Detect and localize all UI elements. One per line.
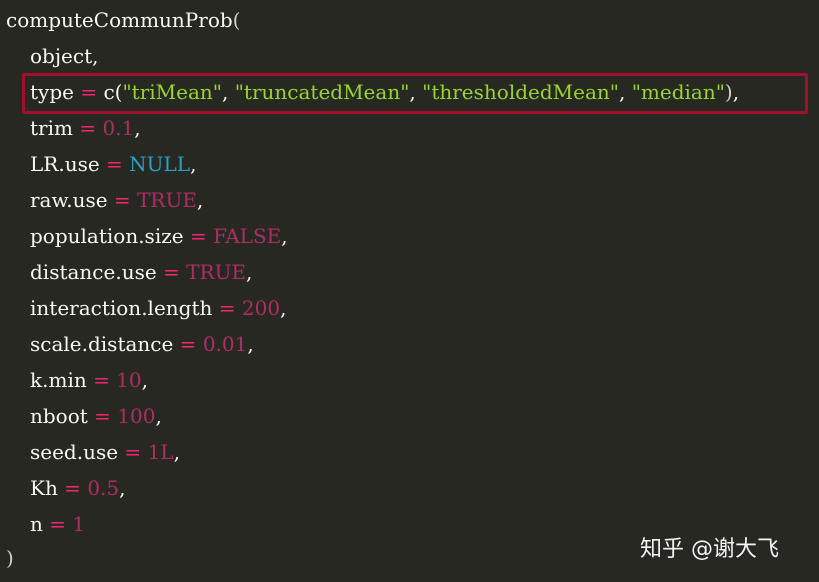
code-line-kh: Kh = 0.5, [30, 470, 125, 506]
code-line-n: n = 1 [30, 506, 85, 542]
code-line-population-size: population.size = FALSE, [30, 218, 288, 254]
assign-operator: = [107, 188, 138, 212]
assign-operator: = [87, 404, 118, 428]
code-line-lr-use: LR.use = NULL, [30, 146, 196, 182]
assign-operator: = [118, 440, 148, 464]
param-name: seed.use [30, 440, 119, 464]
code-line-trim: trim = 0.1, [30, 110, 141, 146]
assign-operator: = [57, 476, 88, 500]
comma: , [92, 44, 99, 68]
assign-operator: = [72, 116, 103, 140]
param-value: 0.1 [102, 116, 135, 140]
comma: , [155, 404, 162, 428]
param-name: object [30, 44, 93, 68]
code-line-interaction-length: interaction.length = 200, [30, 290, 286, 326]
param-value: NULL [129, 152, 191, 176]
comma: , [280, 296, 287, 320]
param-name: LR.use [30, 152, 100, 176]
highlight-box [22, 73, 808, 114]
close-paren: ) [6, 546, 14, 570]
param-value: 100 [117, 404, 156, 428]
param-name: trim [30, 116, 73, 140]
code-line-object: object, [30, 38, 98, 74]
watermark: 知乎 @谢大飞 [640, 537, 779, 562]
param-name: nboot [30, 404, 88, 428]
param-value: 10 [116, 368, 142, 392]
param-name: k.min [30, 368, 87, 392]
param-name: interaction.length [30, 296, 213, 320]
param-value: 0.5 [87, 476, 120, 500]
code-line-function-header: computeCommunProb( [6, 2, 240, 38]
assign-operator: = [156, 260, 187, 284]
code-line-k-min: k.min = 10, [30, 362, 148, 398]
comma: , [141, 368, 149, 392]
assign-operator: = [42, 512, 73, 536]
param-name: scale.distance [30, 332, 174, 356]
param-value: TRUE [186, 260, 247, 284]
param-value: 1L [147, 440, 174, 464]
open-paren: ( [232, 8, 241, 32]
code-line-raw-use: raw.use = TRUE, [30, 182, 203, 218]
comma: , [247, 332, 254, 356]
param-value: 0.01 [202, 332, 248, 356]
comma: , [196, 188, 204, 212]
param-value: TRUE [137, 188, 197, 212]
param-name: raw.use [30, 188, 108, 212]
param-name: distance.use [30, 260, 157, 284]
param-value: FALSE [213, 224, 282, 248]
param-name: n [30, 512, 43, 536]
param-value: 1 [72, 512, 86, 536]
code-line-scale-distance: scale.distance = 0.01, [30, 326, 254, 362]
comma: , [246, 260, 253, 284]
comma: , [173, 440, 180, 464]
comma: , [119, 476, 126, 500]
function-name: computeCommunProb [6, 8, 233, 32]
assign-operator: = [99, 152, 130, 176]
code-line-nboot: nboot = 100, [30, 398, 162, 434]
code-line-close: ) [6, 540, 14, 576]
param-value: 200 [241, 296, 281, 320]
code-line-seed-use: seed.use = 1L, [30, 434, 180, 470]
comma: , [134, 116, 141, 140]
code-line-distance-use: distance.use = TRUE, [30, 254, 252, 290]
assign-operator: = [173, 332, 203, 356]
param-name: Kh [30, 476, 58, 500]
assign-operator: = [183, 224, 214, 248]
comma: , [190, 152, 197, 176]
param-name: population.size [30, 224, 184, 248]
assign-operator: = [212, 296, 242, 320]
assign-operator: = [86, 368, 117, 392]
code-editor[interactable]: computeCommunProb( object, type = c("tri… [0, 0, 819, 582]
comma: , [281, 224, 288, 248]
